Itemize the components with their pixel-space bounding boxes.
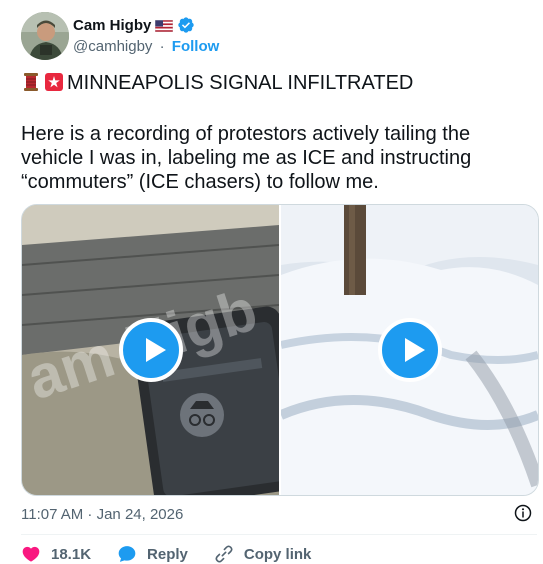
copy-link-button[interactable]: Copy link bbox=[214, 544, 312, 564]
heart-icon bbox=[22, 546, 40, 562]
divider bbox=[21, 534, 537, 535]
siren-icon bbox=[44, 72, 64, 98]
author-handle-row: @camhigby · Follow bbox=[73, 38, 219, 55]
reply-bubble-icon bbox=[118, 546, 136, 562]
tweet-card: Cam Higby @camhigby · Follow MINNEAPOLIS… bbox=[0, 0, 543, 564]
tweet-text: MINNEAPOLIS SIGNAL INFILTRATED Here is a… bbox=[21, 71, 521, 194]
author-name[interactable]: Cam Higby bbox=[73, 17, 151, 34]
info-icon[interactable] bbox=[514, 504, 532, 522]
tweet-headline: MINNEAPOLIS SIGNAL INFILTRATED bbox=[67, 72, 414, 94]
like-count: 18.1K bbox=[51, 545, 92, 563]
author-name-row: Cam Higby bbox=[73, 16, 195, 34]
action-bar: 18.1K Reply Copy link bbox=[21, 544, 337, 564]
video-thumbnail-car[interactable]: am Higb bbox=[22, 205, 279, 495]
video-thumbnail-snow[interactable] bbox=[281, 205, 538, 495]
follow-button[interactable]: Follow bbox=[172, 38, 220, 55]
separator-dot: · bbox=[159, 38, 165, 55]
tweet-body: Here is a recording of protestors active… bbox=[21, 123, 472, 193]
play-button[interactable] bbox=[118, 318, 183, 382]
reply-button[interactable]: Reply bbox=[117, 544, 188, 564]
paragraph-spacer bbox=[21, 98, 521, 122]
like-button[interactable]: 18.1K bbox=[21, 544, 91, 564]
tweet-timestamp[interactable]: 11:07 AM · Jan 24, 2026 bbox=[21, 506, 183, 523]
copy-link-label: Copy link bbox=[243, 545, 312, 563]
thread-spool-icon bbox=[21, 72, 41, 98]
play-button[interactable] bbox=[377, 318, 442, 382]
reply-label: Reply bbox=[147, 545, 188, 563]
avatar[interactable] bbox=[21, 12, 69, 60]
verified-badge-icon bbox=[177, 16, 195, 34]
us-flag-icon bbox=[155, 19, 174, 33]
link-icon bbox=[215, 545, 233, 563]
tweet-headline-line: MINNEAPOLIS SIGNAL INFILTRATED bbox=[21, 71, 521, 98]
avatar-image bbox=[21, 12, 69, 60]
author-handle[interactable]: @camhigby bbox=[73, 38, 152, 55]
media-grid: am Higb bbox=[21, 204, 539, 496]
